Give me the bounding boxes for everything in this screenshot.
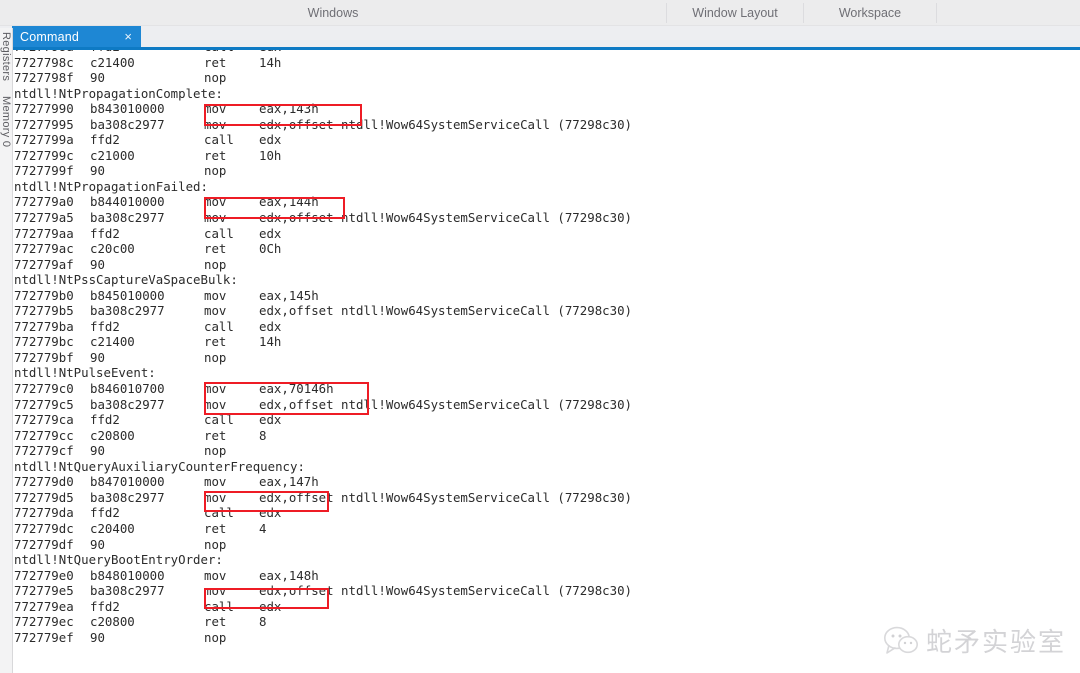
listing-symbol-line: ntdll!NtPulseEvent: — [14, 365, 156, 381]
listing-row: 772779da ffd2 call edx — [14, 505, 282, 521]
listing-symbol-line: ntdll!NtPssCaptureVaSpaceBulk: — [14, 272, 238, 288]
ribbon-group-workspace[interactable]: Workspace — [804, 0, 936, 26]
ribbon-divider — [936, 3, 937, 23]
watermark-text: 蛇矛实验室 — [925, 628, 1066, 658]
ribbon-group-windows[interactable]: Windows — [0, 0, 666, 26]
listing-row: 772779cc c20800 ret 8 — [14, 427, 267, 443]
listing-row: 772779ef 90 nop — [14, 629, 227, 645]
listing-row: 772779ca ffd2 call edx — [14, 412, 282, 428]
listing-row: 7727799a ffd2 call edx — [14, 132, 282, 148]
tab-command[interactable]: Command × — [12, 26, 141, 47]
dock-tab-registers-label: Registers — [0, 32, 12, 82]
listing-row: 772779c0 b846010700 mov eax,70146h — [14, 381, 334, 397]
listing-row: 772779a5 ba308c2977 mov edx,offset ntdll!Wo… — [14, 210, 632, 226]
listing-row: 772779e0 b848010000 mov eax,148h — [14, 567, 319, 583]
listing-row: 772779e5 ba308c2977 mov edx,offset ntdll!Wo… — [14, 583, 632, 599]
listing-row: 772779d0 b847010000 mov eax,147h — [14, 474, 319, 490]
left-dock-panel: Registers Memory 0 — [0, 28, 13, 673]
ribbon-group-window-layout-label: Window Layout — [692, 6, 778, 20]
listing-row: 772779af 90 nop — [14, 256, 227, 272]
listing-row: 772779b0 b845010000 mov eax,145h — [14, 287, 319, 303]
tab-command-label: Command — [20, 29, 80, 44]
listing-row: 772779d5 ba308c2977 mov edx,offset ntdll!Wo… — [14, 489, 632, 505]
listing-row: 772779ac c20c00 ret 0Ch — [14, 241, 282, 257]
disassembly-listing: 7727798affd2calledx7727798cc21400ret14h7… — [14, 50, 632, 645]
listing-row: 7727798f 90 nop — [14, 70, 227, 86]
dock-tab-registers[interactable]: Registers — [0, 32, 12, 81]
ribbon-group-windows-label: Windows — [307, 6, 359, 20]
command-output-pane[interactable]: 7727798affd2calledx7727798cc21400ret14h7… — [14, 50, 1080, 673]
listing-row: 772779df 90 nop — [14, 536, 227, 552]
listing-row: 772779bf 90 nop — [14, 349, 227, 365]
ribbon-group-workspace-label: Workspace — [838, 6, 902, 20]
listing-symbol-line: ntdll!NtPropagationComplete: — [14, 85, 223, 101]
listing-row: 772779b5 ba308c2977 mov edx,offset ntdll!Wo… — [14, 303, 632, 319]
listing-row: 77277995 ba308c2977 mov edx,offset ntdll!Wo… — [14, 116, 632, 132]
listing-symbol-line: ntdll!NtQueryAuxiliaryCounterFrequency: — [14, 458, 305, 474]
listing-row: 772779aa ffd2 call edx — [14, 225, 282, 241]
listing-symbol-line: ntdll!NtPropagationFailed: — [14, 178, 208, 194]
watermark: 蛇矛实验室 — [883, 622, 1066, 659]
ribbon-group-window-layout[interactable]: Window Layout — [667, 0, 803, 26]
listing-row: 772779ba ffd2 call edx — [14, 318, 282, 334]
listing-row: 772779ec c20800 ret 8 — [14, 614, 267, 630]
listing-row: 772779ea ffd2 call edx — [14, 598, 282, 614]
listing-row: 7727799f 90 nop — [14, 163, 227, 179]
ribbon-bar: Windows Window Layout Workspace — [0, 0, 1080, 26]
listing-row: 772779cf 90 nop — [14, 443, 227, 459]
listing-row: 7727798c c21400 ret 14h — [14, 54, 282, 70]
listing-row: 7727799c c21000 ret 10h — [14, 147, 282, 163]
listing-row: 772779bc c21400 ret 14h — [14, 334, 282, 350]
listing-row: 772779a0 b844010000 mov eax,144h — [14, 194, 319, 210]
listing-row: 772779dc c20400 ret 4 — [14, 520, 267, 536]
tab-strip: Command × — [0, 26, 1080, 47]
dock-tab-memory-0-label: Memory 0 — [0, 96, 12, 148]
listing-symbol-line: ntdll!NtQueryBootEntryOrder: — [14, 552, 223, 568]
listing-row: 77277990 b843010000 mov eax,143h — [14, 101, 319, 117]
close-icon[interactable]: × — [124, 28, 132, 45]
listing-row: 772779c5 ba308c2977 mov edx,offset ntdll!Wo… — [14, 396, 632, 412]
dock-tab-memory-0[interactable]: Memory 0 — [0, 96, 12, 147]
wechat-bubble-icon — [883, 626, 918, 656]
